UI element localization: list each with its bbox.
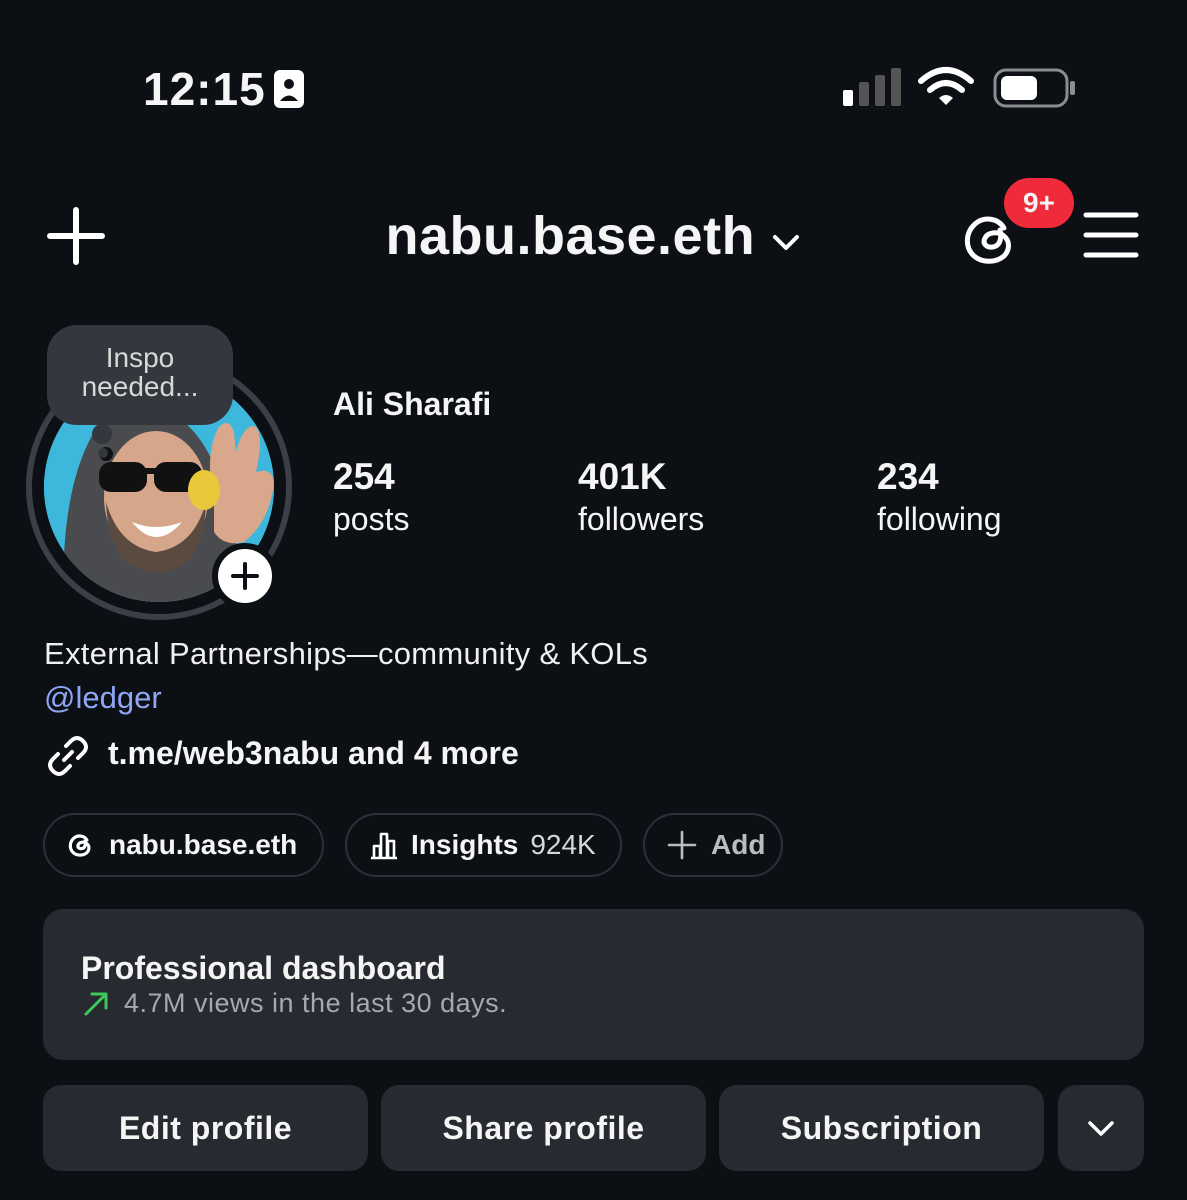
menu-icon[interactable] <box>1083 210 1139 260</box>
profile-links[interactable]: t.me/web3nabu and 4 more <box>108 735 519 772</box>
note-line-1: Inspo <box>105 342 175 373</box>
stat-label: posts <box>333 501 410 537</box>
stat-followers[interactable]: 401K followers <box>578 456 704 540</box>
plus-icon <box>231 562 259 590</box>
threads-profile-chip[interactable]: nabu.base.eth <box>43 813 324 877</box>
insights-chip-value: 924K <box>530 829 596 860</box>
cellular-signal-icon <box>843 68 901 106</box>
bio-text: External Partnerships—community & KOLs <box>44 636 649 671</box>
subscription-button[interactable]: Subscription <box>719 1085 1044 1171</box>
username-title: nabu.base.eth <box>385 206 756 266</box>
stat-label: following <box>877 501 1002 537</box>
trend-up-arrow-icon <box>84 992 108 1016</box>
stat-value: 234 <box>877 456 939 497</box>
edit-profile-button[interactable]: Edit profile <box>43 1085 368 1171</box>
battery-icon <box>993 68 1075 108</box>
threads-icon <box>68 834 91 857</box>
chevron-down-icon <box>1088 1121 1114 1136</box>
note-line-2: needed... <box>81 371 199 402</box>
plus-icon <box>667 830 697 860</box>
stat-value: 401K <box>578 456 667 497</box>
dashboard-subtitle: 4.7M views in the last 30 days. <box>124 988 508 1018</box>
note-tail <box>92 424 112 444</box>
dashboard-title: Professional dashboard <box>81 950 446 986</box>
note-bubble[interactable]: Inspo needed... <box>47 325 233 425</box>
share-profile-button[interactable]: Share profile <box>381 1085 706 1171</box>
threads-chip-label: nabu.base.eth <box>109 829 298 860</box>
focus-mode-icon <box>274 70 304 108</box>
stat-value: 254 <box>333 456 395 497</box>
mention-link[interactable]: @ledger <box>44 680 162 716</box>
bar-chart-icon <box>371 832 397 860</box>
stat-following[interactable]: 234 following <box>877 456 1002 540</box>
insights-chip-label: Insights <box>411 829 519 860</box>
full-name: Ali Sharafi <box>333 386 492 422</box>
notification-badge: 9+ <box>1004 178 1074 228</box>
suggested-people-toggle[interactable] <box>1058 1085 1144 1171</box>
status-time: 12:15 <box>143 63 266 115</box>
note-tail-small <box>98 448 108 458</box>
insights-chip[interactable]: Insights 924K <box>345 813 622 877</box>
stat-label: followers <box>578 501 705 537</box>
link-icon <box>48 736 88 776</box>
wifi-icon <box>918 67 974 105</box>
add-chip[interactable]: Add <box>643 813 783 877</box>
chevron-down-icon <box>772 234 799 250</box>
stat-posts[interactable]: 254 posts <box>333 456 409 540</box>
add-chip-label: Add <box>711 829 766 860</box>
add-story-button[interactable] <box>212 543 278 609</box>
